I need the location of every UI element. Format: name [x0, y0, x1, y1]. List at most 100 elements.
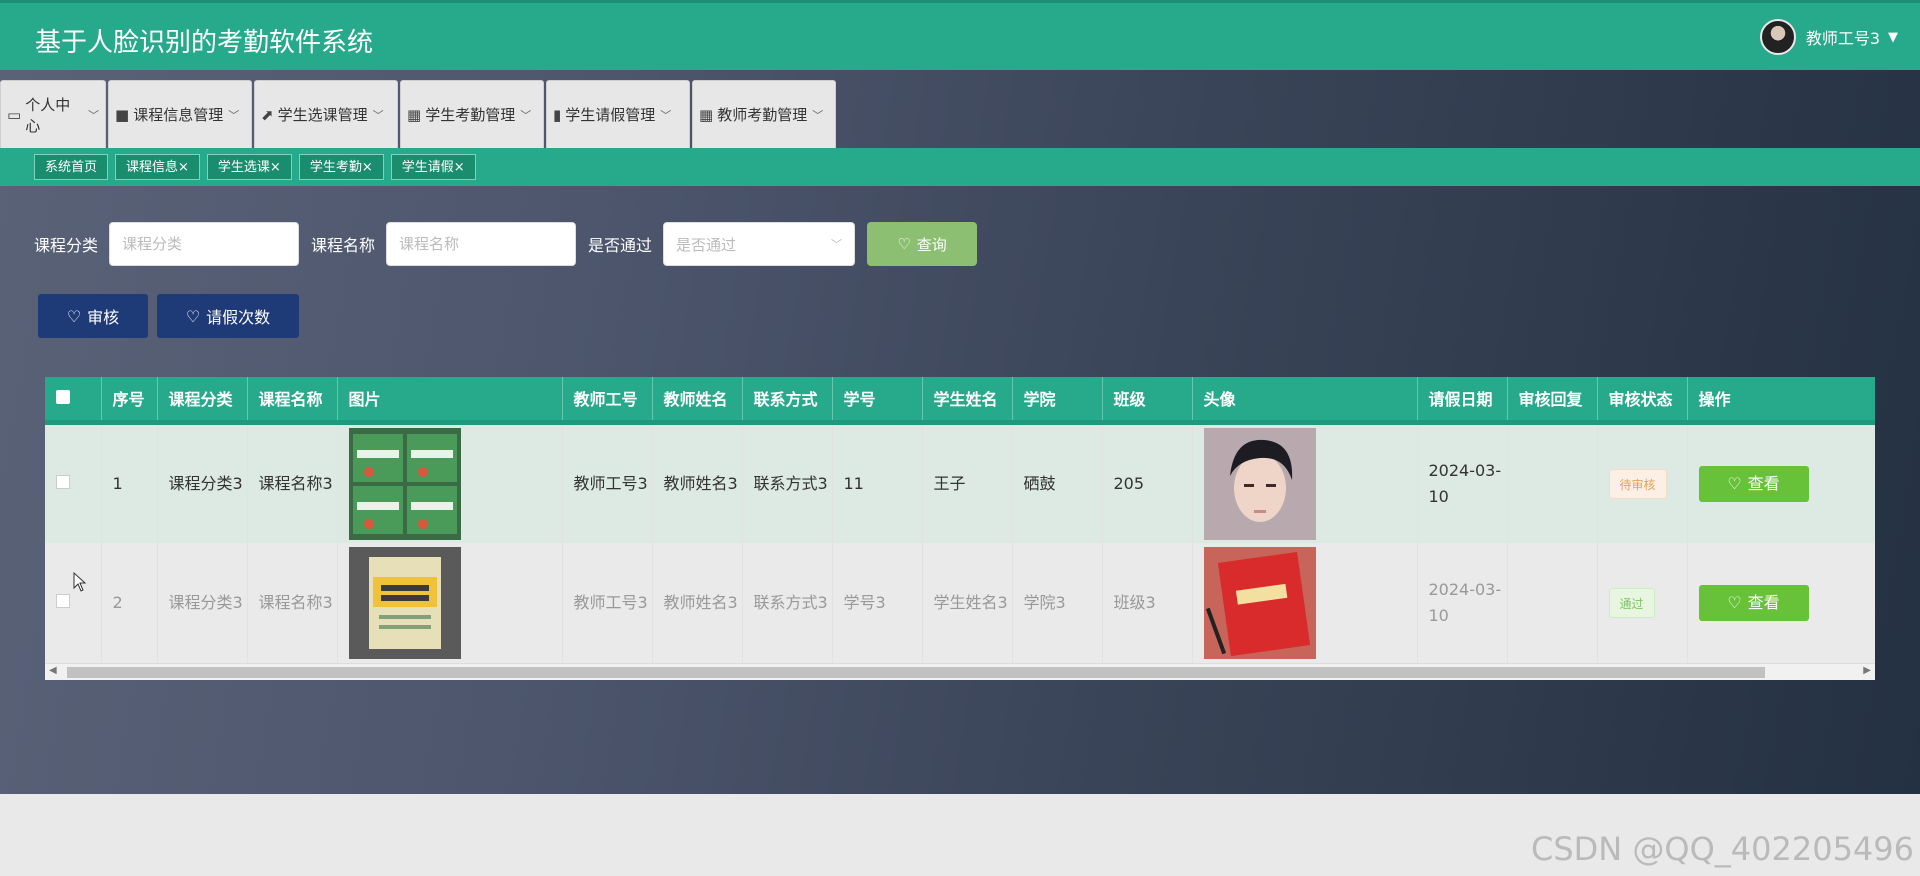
- menu-item-label: 学生选课管理: [277, 106, 368, 124]
- heart-icon: ♡: [66, 306, 82, 326]
- index-cell: 2: [101, 543, 158, 663]
- picture-cell: [337, 543, 563, 663]
- view-button-label: 查看: [1747, 593, 1780, 612]
- column-header: 序号: [101, 377, 158, 425]
- heart-icon: ♡: [1727, 473, 1742, 493]
- column-header: 操作: [1687, 377, 1875, 425]
- tabs-bar: 系统首页 课程信息× 学生选课× 学生考勤× 学生请假×: [0, 148, 1920, 186]
- contact-cell: 联系方式3: [742, 543, 833, 663]
- pass-label: 是否通过: [588, 236, 653, 255]
- course-name-input[interactable]: [386, 222, 577, 266]
- teacher-id-cell: 教师工号3: [562, 543, 653, 663]
- heart-icon: ♡: [1727, 593, 1742, 612]
- category-label: 课程分类: [34, 236, 99, 255]
- row-checkbox[interactable]: [56, 594, 70, 608]
- action-cell: ♡ 查看: [1687, 422, 1875, 543]
- review-button-label: 审核: [87, 308, 120, 327]
- pass-select-placeholder: 是否通过: [676, 235, 737, 254]
- chevron-down-icon: ﹀: [520, 108, 532, 122]
- column-header: 学生姓名: [922, 377, 1013, 425]
- column-header: 请假日期: [1417, 377, 1508, 425]
- menu-item-student-attendance[interactable]: ▦ 学生考勤管理 ﹀: [400, 80, 544, 148]
- contact-cell: 联系方式3: [742, 422, 833, 543]
- index-cell: 1: [101, 422, 158, 543]
- app-title: 基于人脸识别的考勤软件系统: [35, 28, 374, 58]
- menu-item-course-selection[interactable]: ⬈ 学生选课管理 ﹀: [254, 80, 398, 148]
- row-select-cell[interactable]: [45, 422, 102, 543]
- column-header: 图片: [337, 377, 563, 425]
- college-cell: 学院3: [1012, 543, 1103, 663]
- tab-home[interactable]: 系统首页: [34, 154, 109, 180]
- status-badge: 通过: [1608, 588, 1655, 618]
- student-id-cell: 学号3: [832, 543, 923, 663]
- query-button-label: 查询: [916, 235, 947, 254]
- reply-cell: [1507, 422, 1598, 543]
- select-all-checkbox[interactable]: [56, 389, 70, 404]
- picture-cell: [337, 422, 563, 543]
- query-button[interactable]: ♡ 查询: [867, 222, 978, 266]
- column-header: 头像: [1192, 377, 1418, 425]
- chevron-down-icon: ﹀: [812, 108, 824, 122]
- user-name[interactable]: 教师工号3: [1806, 25, 1880, 49]
- avatar-cell: [1192, 543, 1418, 663]
- pass-select[interactable]: 是否通过 ﹀: [663, 222, 856, 266]
- row-select-cell[interactable]: [45, 543, 102, 663]
- chevron-down-icon: ﹀: [88, 108, 99, 122]
- user-menu[interactable]: 教师工号3 ▼: [1759, 19, 1898, 55]
- book-icon: ■: [115, 105, 130, 124]
- main-menu: ▭ 个人中心 ﹀ ■ 课程信息管理 ﹀ ⬈ 学生选课管理 ﹀ ▦ 学生考勤管理 …: [0, 80, 838, 148]
- tab-student-attendance[interactable]: 学生考勤×: [298, 154, 384, 180]
- menu-item-label: 个人中心: [25, 95, 71, 135]
- class-cell: 班级3: [1102, 543, 1193, 663]
- status-badge: 待审核: [1608, 468, 1667, 499]
- row-checkbox[interactable]: [56, 474, 70, 489]
- bars-icon: ▮: [553, 105, 562, 124]
- tab-course-selection[interactable]: 学生选课×: [206, 154, 292, 180]
- student-avatar-image: [1203, 427, 1316, 540]
- user-avatar[interactable]: [1759, 19, 1796, 55]
- mouse-cursor-icon: [73, 572, 87, 592]
- grid-icon: ▦: [407, 105, 422, 124]
- menu-item-label: 学生考勤管理: [425, 106, 516, 124]
- leave-date-cell: 2024-03-10: [1417, 543, 1508, 663]
- avatar-cell: [1192, 422, 1418, 543]
- column-header: 审核状态: [1597, 377, 1688, 425]
- category-input[interactable]: [109, 222, 300, 266]
- course-name-label: 课程名称: [311, 236, 376, 255]
- review-button[interactable]: ♡ 审核: [38, 294, 148, 338]
- category-cell: 课程分类3: [157, 543, 248, 663]
- menu-item-student-leave[interactable]: ▮ 学生请假管理 ﹀: [546, 80, 690, 148]
- select-all-cell[interactable]: [45, 377, 102, 425]
- scrollbar-thumb[interactable]: [67, 667, 1765, 678]
- chevron-down-icon: ﹀: [372, 108, 384, 122]
- view-button[interactable]: ♡ 查看: [1698, 585, 1809, 621]
- menu-item-course-info[interactable]: ■ 课程信息管理 ﹀: [108, 80, 252, 148]
- student-name-cell: 王子: [922, 422, 1013, 543]
- leave-count-button[interactable]: ♡ 请假次数: [157, 294, 299, 338]
- search-form: 课程分类 课程名称 是否通过 是否通过 ﹀ ♡ 查询: [34, 222, 978, 266]
- view-button[interactable]: ♡ 查看: [1698, 465, 1809, 502]
- menu-item-personal-center[interactable]: ▭ 个人中心 ﹀: [0, 80, 106, 148]
- chevron-down-icon: ﹀: [831, 238, 843, 251]
- grid-icon: ▦: [699, 105, 714, 124]
- scroll-left-icon[interactable]: ◀: [49, 665, 57, 676]
- leave-date-cell: 2024-03-10: [1417, 422, 1508, 543]
- action-buttons: ♡ 审核 ♡ 请假次数: [38, 294, 308, 338]
- column-header: 班级: [1102, 377, 1193, 425]
- tab-student-leave[interactable]: 学生请假×: [390, 154, 476, 180]
- scroll-right-icon[interactable]: ▶: [1863, 665, 1871, 676]
- column-header: 学号: [832, 377, 923, 425]
- column-header: 学院: [1012, 377, 1103, 425]
- student-name-cell: 学生姓名3: [922, 543, 1013, 663]
- chart-icon: ⬈: [261, 105, 274, 124]
- tab-course-info[interactable]: 课程信息×: [115, 154, 200, 180]
- reply-cell: [1507, 543, 1598, 663]
- horizontal-scrollbar[interactable]: ◀ ▶: [45, 663, 1875, 680]
- menu-item-label: 学生请假管理: [565, 106, 656, 124]
- leave-count-button-label: 请假次数: [206, 308, 271, 327]
- column-header: 教师姓名: [652, 377, 743, 425]
- teacher-id-cell: 教师工号3: [562, 422, 653, 543]
- caret-down-icon[interactable]: ▼: [1888, 30, 1898, 45]
- table-row: 1 课程分类3 课程名称3 教师工号3 教师姓名3 联系方式3 11 王子 硒鼓…: [45, 422, 1875, 543]
- menu-item-teacher-attendance[interactable]: ▦ 教师考勤管理 ﹀: [692, 80, 836, 148]
